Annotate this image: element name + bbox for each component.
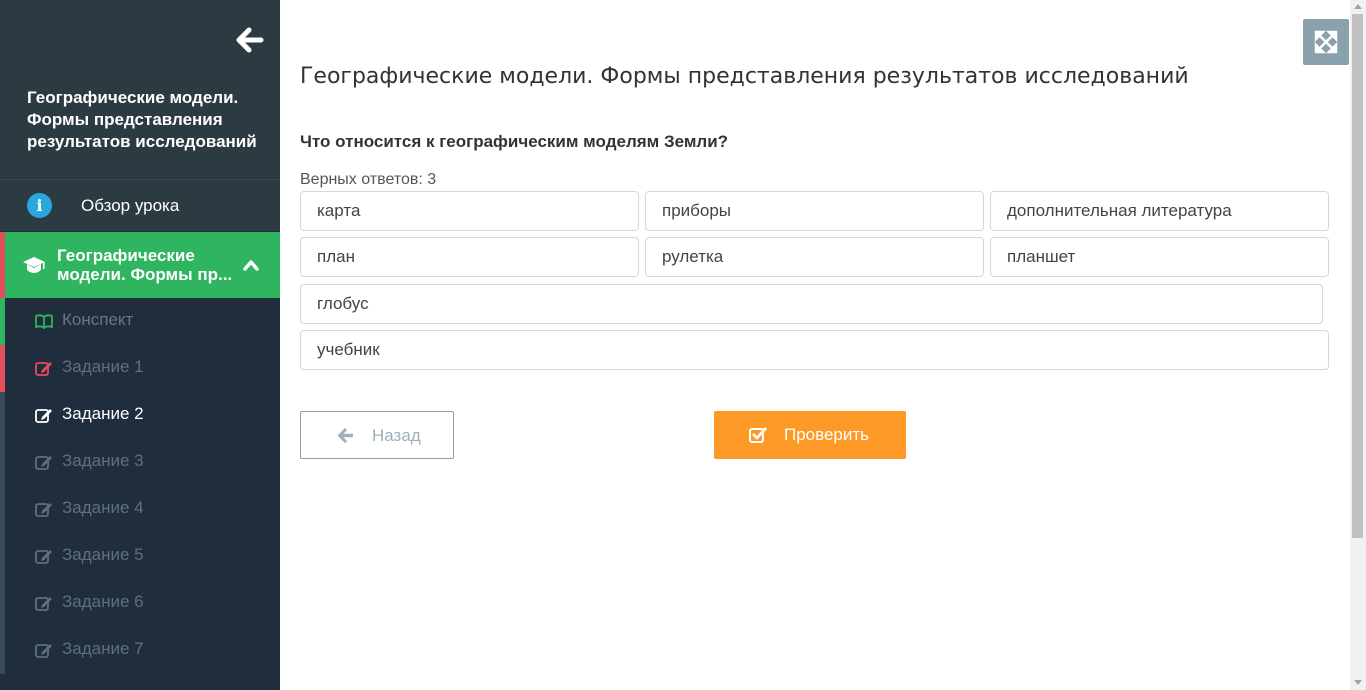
book-icon [35,313,53,330]
back-button[interactable]: Назад [300,411,454,459]
sidebar-item-label: Задание 7 [62,639,144,658]
sidebar-item-label: Задание 1 [62,357,144,376]
sidebar-item-label: Задание 3 [62,451,144,470]
status-strip [0,232,5,298]
lesson-label-line2: модели. Формы пр... [57,265,233,284]
sidebar-item-task-2[interactable]: Задание 2 [0,392,280,439]
sidebar-header: Географические модели. Формы представлен… [0,0,280,178]
sidebar-item-task-6[interactable]: Задание 6 [0,580,280,627]
info-icon: i [27,193,52,218]
answer-option[interactable]: приборы [645,191,984,231]
page-title: Географические модели. Формы представлен… [300,64,1189,89]
course-title: Географические модели. Формы представлен… [27,88,257,151]
status-strip [0,392,5,439]
status-strip [0,580,5,627]
graduation-cap-icon [22,256,46,274]
back-button-label: Назад [372,426,421,445]
status-strip [0,533,5,580]
answer-option[interactable]: глобус [300,284,1323,324]
answer-option[interactable]: карта [300,191,639,231]
sidebar-item-task-7[interactable]: Задание 7 [0,627,280,674]
scroll-up-icon[interactable] [1354,4,1362,9]
answer-option[interactable]: рулетка [645,237,984,277]
arrow-left-icon [338,427,354,444]
sidebar-item-task-4[interactable]: Задание 4 [0,486,280,533]
sidebar-item-task-1[interactable]: Задание 1 [0,345,280,392]
sidebar-item-task-5[interactable]: Задание 5 [0,533,280,580]
check-button-label: Проверить [784,425,870,444]
scroll-down-icon[interactable] [1354,680,1362,685]
checkbox-icon [749,426,768,443]
answer-option[interactable]: учебник [300,330,1329,370]
edit-icon [35,548,53,564]
answer-option[interactable]: дополнительная литература [990,191,1329,231]
sidebar-item-label: Задание 4 [62,498,144,517]
chevron-up-icon[interactable] [243,258,259,271]
sidebar-item-label: Задание 5 [62,545,144,564]
sidebar-item-label: Задание 2 [62,404,144,423]
edit-icon [35,642,53,658]
expand-icon [1314,30,1338,54]
status-strip [0,439,5,486]
correct-count: Верных ответов: 3 [300,171,437,188]
status-strip [0,627,5,674]
edit-icon [35,501,53,517]
edit-icon [35,407,53,423]
sidebar-item-konspekt[interactable]: Конспект [0,298,280,345]
edit-icon [35,454,53,470]
answer-option[interactable]: планшет [990,237,1329,277]
status-strip [0,345,5,392]
sidebar-item-label: Обзор урока [81,196,180,215]
status-strip [0,486,5,533]
edit-icon [35,595,53,611]
sidebar: Географические модели. Формы представлен… [0,0,280,690]
scrollbar-thumb[interactable] [1352,14,1363,538]
lesson-label-line1: Географические [57,246,195,265]
status-strip [0,298,5,345]
edit-icon [35,360,53,376]
lesson-label: Географические модели. Формы пр... [57,246,237,284]
fullscreen-button[interactable] [1303,19,1349,65]
check-button[interactable]: Проверить [714,411,906,459]
sidebar-item-overview[interactable]: i Обзор урока [0,179,280,231]
answer-option[interactable]: план [300,237,639,277]
scrollbar[interactable] [1350,0,1366,690]
sidebar-item-label: Задание 6 [62,592,144,611]
question-text: Что относится к географическим моделям З… [300,132,729,151]
lesson-subitems: Конспект Задание 1 Задание 2 Задание 3 З… [0,298,280,674]
back-arrow-icon[interactable] [236,27,264,53]
sidebar-item-label: Конспект [62,310,134,329]
sidebar-item-task-3[interactable]: Задание 3 [0,439,280,486]
sidebar-item-lesson[interactable]: Географические модели. Формы пр... [0,232,280,298]
